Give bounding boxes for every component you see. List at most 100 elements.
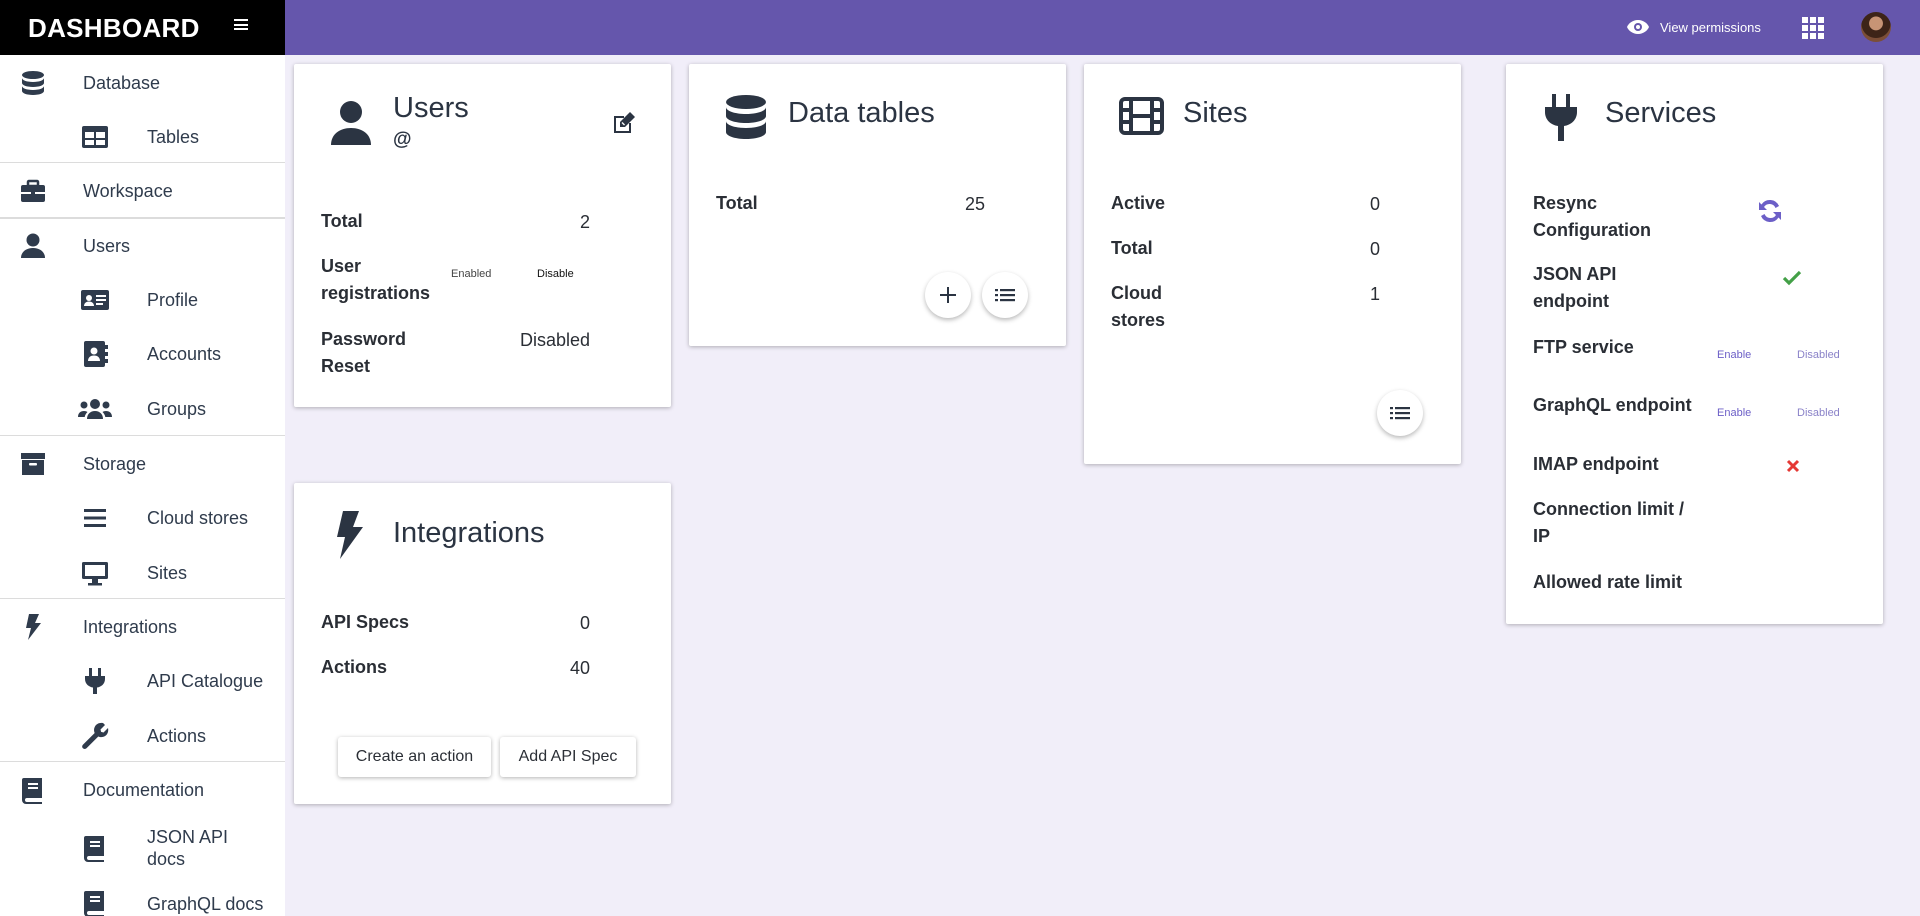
connection-limit-label: Connection limit / IP [1533, 499, 1684, 546]
graphql-status: Disabled [1797, 407, 1840, 419]
top-bar: DASHBOARD View permissions [0, 0, 1920, 55]
brand: DASHBOARD [0, 0, 285, 55]
sidebar-item-label: API Catalogue [147, 671, 264, 691]
ftp-service-label: FTP service [1533, 337, 1634, 357]
active-value: 0 [1369, 194, 1380, 214]
registrations-disable-button[interactable]: Disable [537, 268, 574, 280]
services-card: Services Resync Configuration JSON API e… [1506, 64, 1883, 624]
bolt-icon [337, 511, 363, 559]
sidebar-item-label: Workspace [83, 181, 173, 201]
sidebar-item-workspace[interactable]: Workspace [0, 163, 285, 217]
archive-icon [21, 453, 45, 475]
integrations-card-title: Integrations [393, 517, 545, 549]
desktop-icon [82, 562, 108, 586]
sidebar-item-label: Tables [147, 127, 200, 147]
sidebar-item-label: Actions [147, 726, 207, 746]
data-tables-card-title: Data tables [788, 97, 935, 129]
sidebar-item-groups[interactable]: Groups [0, 381, 285, 435]
scrollbar[interactable] [1905, 55, 1920, 916]
list-sites-button[interactable] [1377, 390, 1423, 436]
eye-icon [1627, 20, 1649, 34]
total-value: 25 [964, 194, 985, 214]
sidebar-item-label: Integrations [83, 617, 178, 637]
sidebar-item-label: JSON API docs [147, 827, 229, 869]
users-icon [78, 399, 112, 419]
registrations-enabled: Enabled [451, 268, 492, 280]
add-table-button[interactable] [925, 272, 971, 318]
bolt-icon [26, 614, 41, 640]
address-book-icon [84, 341, 108, 367]
app-root: DASHBOARD View permissions Database Tabl… [0, 0, 1920, 916]
sidebar-item-api-catalogue[interactable]: API Catalogue [0, 653, 285, 707]
sidebar-item-documentation[interactable]: Documentation [0, 762, 285, 816]
sidebar: Database Tables Workspace Users Profile … [0, 55, 285, 916]
create-action-button[interactable]: Create an action [338, 737, 491, 777]
sidebar-item-profile[interactable]: Profile [0, 272, 285, 326]
wrench-icon [82, 722, 109, 750]
user-icon [21, 233, 45, 258]
sidebar-item-graphql-docs[interactable]: GraphQL docs [0, 878, 285, 916]
sidebar-item-users[interactable]: Users [0, 218, 285, 272]
list-icon [1390, 407, 1410, 420]
edit-icon[interactable] [611, 110, 637, 136]
list-icon [995, 289, 1015, 302]
total-value: 0 [1369, 239, 1380, 259]
check-icon [1782, 270, 1802, 286]
list-icon [84, 509, 106, 527]
add-api-spec-button[interactable]: Add API Spec [500, 737, 636, 777]
cloud-stores-label: Cloud stores [1111, 283, 1166, 330]
sidebar-item-storage[interactable]: Storage [0, 436, 285, 490]
sidebar-item-cloud-stores[interactable]: Cloud stores [0, 490, 285, 544]
cross-icon [1786, 459, 1800, 473]
sidebar-item-database[interactable]: Database [0, 55, 285, 109]
users-card-subtitle: @ [393, 129, 412, 150]
sidebar-item-label: Profile [147, 290, 199, 310]
resync-configuration-label: Resync Configuration [1533, 193, 1651, 240]
ftp-enable-button[interactable]: Enable [1717, 349, 1751, 361]
total-label: Total [716, 193, 758, 213]
apps-grid-icon[interactable] [1802, 17, 1824, 39]
avatar[interactable] [1861, 12, 1891, 42]
brand-title: DASHBOARD [28, 13, 200, 43]
sidebar-item-tables[interactable]: Tables [0, 109, 285, 163]
database-icon [22, 71, 44, 95]
sidebar-item-sites[interactable]: Sites [0, 545, 285, 599]
sidebar-item-json-api-docs[interactable]: JSON API docs [0, 816, 285, 878]
plug-icon [1545, 94, 1577, 141]
book-icon [84, 836, 104, 862]
sync-icon[interactable] [1755, 196, 1785, 226]
actions-label: Actions [321, 657, 388, 677]
ftp-status: Disabled [1797, 349, 1840, 361]
database-icon [726, 95, 766, 139]
book-icon [22, 778, 42, 804]
sidebar-item-label: Documentation [83, 780, 205, 800]
view-permissions-link[interactable]: View permissions [1626, 15, 1761, 39]
password-reset-value: Disabled [519, 330, 590, 350]
sidebar-item-label: Accounts [147, 344, 222, 364]
sidebar-item-label: Users [83, 236, 131, 256]
film-icon [1119, 97, 1164, 135]
api-specs-value: 0 [579, 613, 590, 633]
total-label: Total [321, 211, 363, 231]
total-value: 2 [579, 212, 590, 232]
sidebar-item-accounts[interactable]: Accounts [0, 326, 285, 380]
list-tables-button[interactable] [982, 272, 1028, 318]
briefcase-icon [21, 179, 45, 202]
view-permissions-label: View permissions [1660, 19, 1761, 35]
hamburger-menu-icon[interactable] [234, 19, 248, 33]
graphql-enable-button[interactable]: Enable [1717, 407, 1751, 419]
integrations-card: Integrations API Specs 0 Actions 40 Crea… [294, 483, 671, 804]
graphql-endpoint-label: GraphQL endpoint [1533, 395, 1692, 415]
table-icon [82, 126, 108, 148]
sidebar-item-label: Storage [83, 454, 147, 474]
users-card: Users @ Total 2 User registrations Enabl… [294, 64, 671, 407]
sidebar-item-label: Database [83, 73, 161, 93]
data-tables-card: Data tables Total 25 [689, 64, 1066, 346]
json-api-endpoint-label: JSON API endpoint [1533, 264, 1617, 311]
cloud-stores-value: 1 [1369, 284, 1380, 304]
sidebar-item-integrations[interactable]: Integrations [0, 599, 285, 653]
imap-endpoint-label: IMAP endpoint [1533, 454, 1659, 474]
password-reset-label: Password Reset [321, 329, 407, 376]
sidebar-item-actions[interactable]: Actions [0, 708, 285, 762]
sidebar-item-label: Groups [147, 399, 207, 419]
